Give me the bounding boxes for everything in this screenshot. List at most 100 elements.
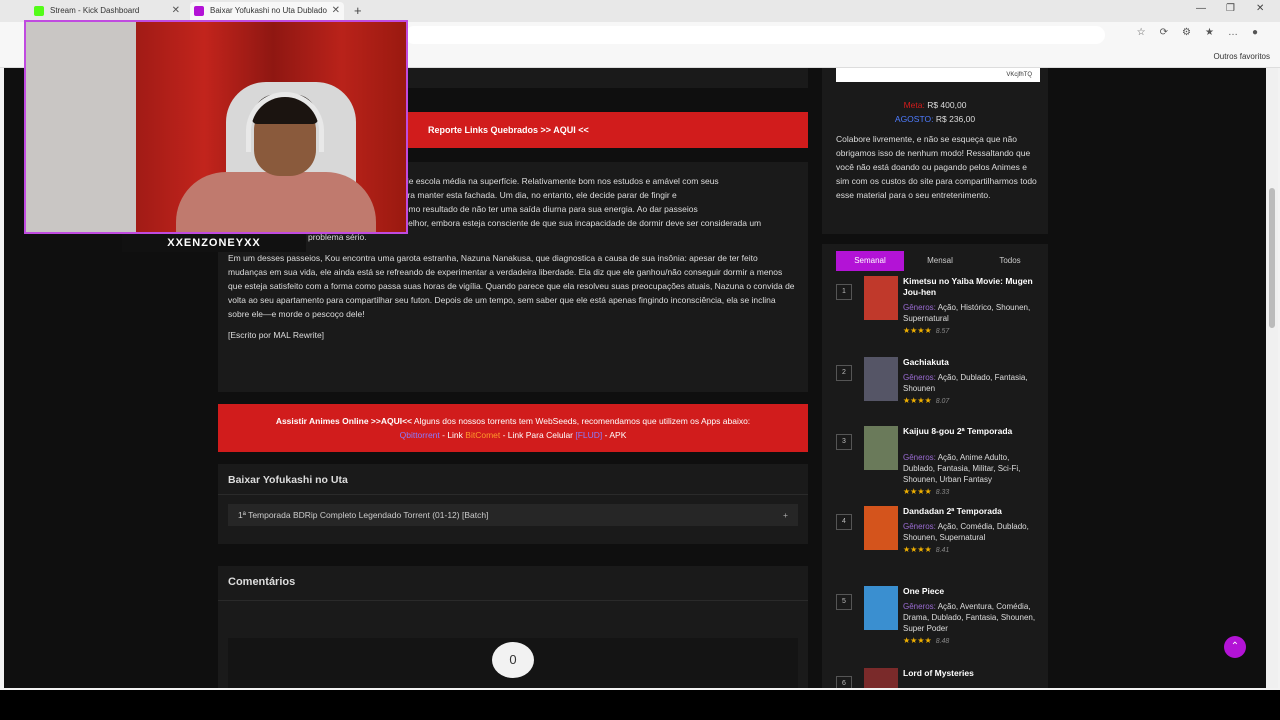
close-icon[interactable]: ✕: [332, 2, 340, 20]
scroll-top-button[interactable]: ⌃: [1224, 636, 1246, 658]
anime-thumbnail[interactable]: [864, 357, 898, 401]
genre-label: Gêneros:: [903, 602, 936, 611]
tab-mensal[interactable]: Mensal: [906, 251, 974, 271]
rank-number: 6: [836, 676, 852, 688]
scrollbar-thumb[interactable]: [1269, 188, 1275, 328]
accordion-label: 1ª Temporada BDRip Completo Legendado To…: [238, 510, 489, 520]
anime-thumbnail[interactable]: [864, 586, 898, 630]
comment-count[interactable]: 0: [492, 642, 534, 678]
meta-value: R$ 400,00: [927, 100, 967, 110]
kick-favicon-icon: [34, 6, 44, 16]
divider: [218, 600, 808, 601]
new-tab-button[interactable]: +: [354, 3, 362, 18]
webcam-overlay: [24, 20, 408, 234]
download-accordion[interactable]: 1ª Temporada BDRip Completo Legendado To…: [228, 504, 798, 526]
star-icon: ★★★★: [903, 636, 932, 645]
anime-genres: Gêneros: Ação, Dublado, Fantasia, Shoune…: [903, 372, 1043, 394]
site-favicon-icon: [194, 6, 204, 16]
anime-score: 8.33: [935, 489, 950, 496]
genre-label: Gêneros:: [903, 303, 936, 312]
anime-title[interactable]: Kimetsu no Yaiba Movie: Mugen Jou-hen: [903, 276, 1043, 298]
download-title: Baixar Yofukashi no Uta: [228, 474, 348, 486]
star-icon: ★★★★: [903, 326, 932, 335]
ranking-panel: Semanal Mensal Todos 1 Kimetsu no Yaiba M…: [822, 244, 1048, 688]
streamer-name: XXENZONEYXX: [122, 232, 306, 252]
synopsis-credit: [Escrito por MAL Rewrite]: [228, 330, 325, 340]
synopsis-paragraph: Em um desses passeios, Kou encontra uma …: [228, 253, 795, 319]
url-input[interactable]: [405, 26, 1105, 44]
toolbar-icons[interactable]: ☆⟳⚙★…●: [1137, 27, 1272, 38]
tab-bar: Stream - Kick Dashboard ✕ Baixar Yofukas…: [0, 0, 1280, 22]
comments-section: Comentários 0: [218, 566, 808, 688]
rank-number: 2: [836, 365, 852, 381]
star-icon: ★★★★: [903, 545, 932, 554]
assist-online-link[interactable]: Assistir Animes Online >>AQUI<<: [276, 416, 412, 426]
anime-genres: Gêneros: Ação, Anime Adulto, Dublado, Fa…: [903, 452, 1043, 485]
anime-thumbnail[interactable]: [864, 668, 898, 688]
tab-title: Baixar Yofukashi no Uta Dublado: [210, 6, 327, 15]
qbittorrent-link[interactable]: Qbittorrent: [400, 430, 440, 440]
comments-title: Comentários: [228, 576, 296, 588]
sidebar: VKcjfhTQ Meta: R$ 400,00 AGOSTO: R$ 236,…: [822, 68, 1048, 688]
anime-title[interactable]: Dandadan 2ª Temporada: [903, 506, 1043, 517]
anime-genres: Gêneros: Ação, Aventura, Comédia, Drama,…: [903, 601, 1043, 634]
rank-number: 3: [836, 434, 852, 450]
tab-baixar-yofukashi[interactable]: Baixar Yofukashi no Uta Dublado ✕: [190, 2, 344, 20]
minimize-icon[interactable]: —: [1196, 3, 1206, 14]
genre-label: Gêneros:: [903, 373, 936, 382]
assist-sep: - Link: [439, 430, 466, 440]
close-icon[interactable]: ✕: [172, 2, 180, 20]
divider: [122, 232, 306, 234]
tab-title: Stream - Kick Dashboard: [50, 6, 140, 15]
genre-label: Gêneros:: [903, 453, 936, 462]
rank-number: 4: [836, 514, 852, 530]
anime-rating: ★★★★ 8.57: [903, 326, 949, 335]
anime-score: 8.48: [935, 638, 950, 645]
donation-goal: Meta: R$ 400,00 AGOSTO: R$ 236,00: [822, 98, 1048, 126]
plus-icon[interactable]: +: [783, 504, 788, 526]
divider: [218, 494, 808, 495]
anime-title[interactable]: Lord of Mysteries: [903, 668, 1043, 679]
meta-label: Meta:: [903, 100, 925, 110]
anime-rating: ★★★★ 8.07: [903, 396, 949, 405]
anime-genres: Gêneros: Ação, Comédia, Dublado, Shounen…: [903, 521, 1043, 543]
collab-text: Colabore livremente, e não se esqueça qu…: [836, 134, 1037, 200]
assist-text: Alguns dos nossos torrents tem WebSeeds,…: [412, 416, 751, 426]
streamer-name-text: XXENZONEYXX: [167, 237, 261, 249]
ranking-tabs: Semanal Mensal Todos: [836, 251, 1044, 271]
star-icon: ★★★★: [903, 396, 932, 405]
download-section: Baixar Yofukashi no Uta 1ª Temporada BDR…: [218, 464, 808, 544]
anime-thumbnail[interactable]: [864, 506, 898, 550]
anime-rating: ★★★★ 8.48: [903, 636, 949, 645]
tab-kick-dashboard[interactable]: Stream - Kick Dashboard ✕: [30, 2, 184, 20]
restore-icon[interactable]: ❐: [1226, 3, 1235, 14]
donation-box: VKcjfhTQ Meta: R$ 400,00 AGOSTO: R$ 236,…: [822, 68, 1048, 234]
anime-title[interactable]: One Piece: [903, 586, 1043, 597]
tab-todos[interactable]: Todos: [976, 251, 1044, 271]
star-icon: ★★★★: [903, 487, 932, 496]
scrollbar[interactable]: [1266, 68, 1278, 688]
webcam-person-body: [176, 172, 376, 232]
anime-rating: ★★★★ 8.41: [903, 545, 949, 554]
anime-score: 8.41: [935, 547, 950, 554]
anime-thumbnail[interactable]: [864, 426, 898, 470]
anime-title[interactable]: Kaijuu 8-gou 2ª Temporada: [903, 426, 1043, 437]
agosto-label: AGOSTO:: [894, 114, 934, 124]
other-favorites[interactable]: Outros favoritos: [1214, 52, 1270, 61]
genre-label: Gêneros:: [903, 522, 936, 531]
anime-genres: Gêneros: Ação, Histórico, Shounen, Super…: [903, 302, 1043, 324]
rank-number: 5: [836, 594, 852, 610]
qr-caption: VKcjfhTQ: [836, 68, 1040, 82]
tab-semanal[interactable]: Semanal: [836, 251, 904, 271]
bitcomet-link[interactable]: BitComet: [465, 430, 500, 440]
webcam-wall: [26, 22, 136, 232]
rank-number: 1: [836, 284, 852, 300]
anime-thumbnail[interactable]: [864, 276, 898, 320]
assist-sep: - Link Para Celular: [500, 430, 576, 440]
anime-score: 8.57: [935, 328, 950, 335]
flud-link[interactable]: [FLUD]: [575, 430, 602, 440]
close-window-icon[interactable]: ✕: [1256, 3, 1264, 14]
assist-sep: - APK: [602, 430, 627, 440]
anime-rating: ★★★★ 8.33: [903, 487, 949, 496]
anime-title[interactable]: Gachiakuta: [903, 357, 1043, 368]
